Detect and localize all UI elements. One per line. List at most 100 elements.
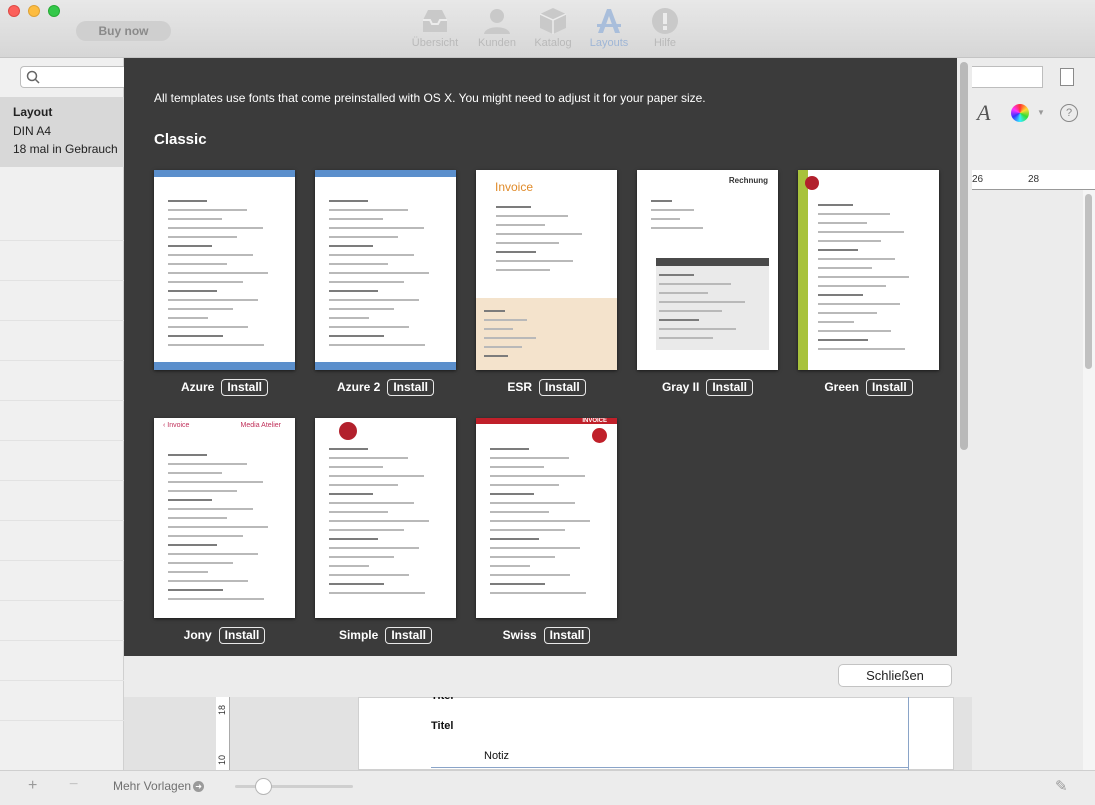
text-line	[329, 538, 378, 540]
text-line	[484, 346, 522, 348]
install-button[interactable]: Install	[221, 378, 269, 396]
text-line	[818, 339, 868, 341]
close-window-button[interactable]	[8, 5, 20, 17]
text-line	[490, 502, 575, 504]
template-preview-green[interactable]	[798, 170, 939, 370]
install-button[interactable]: Install	[218, 626, 266, 644]
template-preview-simple[interactable]	[315, 418, 456, 618]
install-button[interactable]: Install	[706, 378, 754, 396]
zoom-slider[interactable]	[235, 785, 353, 788]
close-button[interactable]: Schließen	[838, 664, 952, 687]
title-field[interactable]: Titel	[431, 720, 453, 732]
install-button[interactable]: Install	[539, 378, 586, 396]
template-name: Swiss	[502, 628, 537, 642]
invoice-heading: Invoice	[495, 180, 534, 194]
text-line	[659, 292, 708, 294]
text-line	[329, 592, 425, 594]
template-preview-swiss[interactable]: INVOICE	[476, 418, 617, 618]
text-line	[168, 317, 208, 319]
text-line	[168, 254, 253, 256]
help-button[interactable]: ?	[1060, 104, 1078, 122]
layout-usage-count: 18 mal in Gebrauch	[13, 142, 118, 156]
text-line	[659, 301, 745, 303]
side-band	[798, 170, 808, 370]
ruler-tick: 18	[217, 704, 228, 716]
toolbar-hilfe[interactable]: Hilfe	[635, 6, 695, 49]
template-preview-gray[interactable]: Rechnung	[637, 170, 778, 370]
template-label-row: Azure 2 Install	[315, 378, 456, 396]
text-line	[168, 326, 248, 328]
install-button[interactable]: Install	[387, 378, 435, 396]
margin-guide	[908, 697, 909, 770]
list-divider	[0, 280, 124, 281]
search-field[interactable]	[20, 66, 124, 88]
ruler-tick: 26	[972, 174, 984, 185]
text-line	[490, 574, 570, 576]
more-templates-link[interactable]: Mehr Vorlagen ➜	[113, 779, 205, 793]
header-band	[315, 170, 456, 177]
text-line	[818, 294, 863, 296]
text-line	[329, 335, 384, 337]
template-label-row: ESR Install	[476, 378, 617, 396]
toolbar-label: Kunden	[478, 37, 516, 49]
toolbar-katalog[interactable]: Katalog	[523, 6, 583, 49]
text-line	[329, 493, 373, 495]
install-button[interactable]: Install	[866, 378, 913, 396]
text-line	[168, 290, 217, 292]
text-line	[329, 272, 429, 274]
toolbar-kunden[interactable]: Kunden	[467, 6, 527, 49]
document-icon[interactable]	[1060, 68, 1074, 86]
chevron-down-icon[interactable]: ▼	[1037, 108, 1045, 117]
template-preview-azure[interactable]	[154, 170, 295, 370]
text-line	[818, 321, 854, 323]
text-line	[168, 508, 253, 510]
gallery-scrollbar[interactable]	[957, 58, 972, 656]
buy-now-button[interactable]: Buy now	[76, 21, 171, 41]
template-preview-esr[interactable]: Invoice	[476, 170, 617, 370]
text-line	[484, 355, 508, 357]
text-line	[329, 529, 404, 531]
color-wheel-icon[interactable]	[1011, 104, 1029, 122]
remove-button[interactable]: −	[69, 776, 78, 794]
text-line	[329, 466, 383, 468]
text-line	[659, 328, 736, 330]
toolbar-uebersicht[interactable]: Übersicht	[405, 6, 465, 49]
document-page[interactable]	[358, 697, 954, 770]
font-icon[interactable]: A	[977, 100, 990, 126]
text-line	[329, 227, 424, 229]
install-button[interactable]: Install	[543, 626, 591, 644]
text-line	[329, 484, 398, 486]
text-line	[168, 236, 237, 238]
text-line	[496, 242, 559, 244]
minimize-window-button[interactable]	[28, 5, 40, 17]
text-line	[496, 224, 545, 226]
toolbar-label: Layouts	[589, 37, 629, 49]
pencil-icon[interactable]: ✎	[1055, 777, 1068, 795]
layouts-icon	[597, 9, 621, 33]
install-button[interactable]: Install	[385, 626, 433, 644]
template-preview-jony[interactable]: ‹ Invoice Media Atelier	[154, 418, 295, 618]
note-field[interactable]: Notiz	[484, 750, 509, 762]
text-line	[168, 209, 247, 211]
invoice-heading: INVOICE	[582, 418, 607, 424]
text-line	[490, 448, 529, 450]
zoom-slider-knob[interactable]	[255, 778, 272, 795]
sidebar-item-layout[interactable]: Layout DIN A4 18 mal in Gebrauch	[0, 97, 124, 167]
inspector-field[interactable]	[972, 66, 1043, 88]
inbox-icon	[423, 10, 447, 32]
add-button[interactable]: +	[28, 777, 37, 795]
zoom-window-button[interactable]	[48, 5, 60, 17]
editor-scrollbar[interactable]	[1083, 190, 1095, 770]
header-band	[154, 170, 295, 177]
template-preview-azure2[interactable]	[315, 170, 456, 370]
section-title: Classic	[154, 131, 207, 148]
template-label-row: Swiss Install	[476, 626, 617, 644]
text-line	[651, 227, 703, 229]
gallery-intro-text: All templates use fonts that come preins…	[154, 91, 706, 105]
text-line	[168, 299, 258, 301]
scroll-thumb[interactable]	[960, 62, 968, 450]
scroll-thumb[interactable]	[1085, 194, 1092, 369]
toolbar-layouts[interactable]: Layouts	[579, 6, 639, 49]
text-line	[329, 254, 414, 256]
text-line	[329, 344, 425, 346]
